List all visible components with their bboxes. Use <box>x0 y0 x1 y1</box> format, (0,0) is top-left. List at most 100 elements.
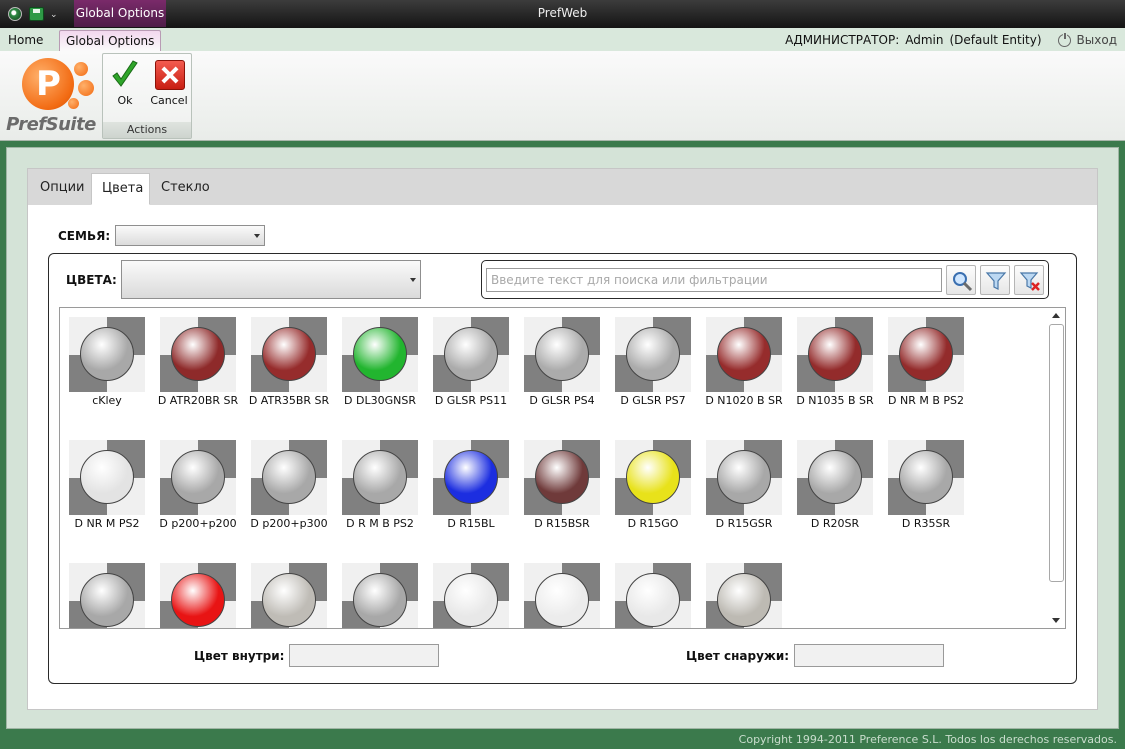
swatch-name: cKley <box>92 394 122 407</box>
search-input[interactable] <box>486 268 942 292</box>
color-ball-icon <box>535 450 589 504</box>
swatch-name: D N1035 B SR <box>796 394 874 407</box>
color-ball-icon <box>262 327 316 381</box>
color-ball-icon <box>444 573 498 627</box>
swatch-name: D R15BL <box>447 517 495 530</box>
actions-group-caption: Actions <box>103 122 191 138</box>
swatch-tile <box>69 440 145 515</box>
colors-dropdown[interactable] <box>121 260 421 299</box>
swatch-tile <box>888 440 964 515</box>
scroll-thumb[interactable] <box>1049 324 1064 582</box>
color-swatch[interactable]: D p200+p300 <box>250 440 328 550</box>
family-dropdown[interactable] <box>115 225 265 246</box>
save-icon[interactable] <box>29 7 44 21</box>
color-swatch[interactable]: D GLSR PS7 <box>615 317 691 427</box>
color-swatch[interactable]: D ATR35BR SR <box>249 317 329 427</box>
clear-filter-icon <box>1019 272 1040 291</box>
filter-icon <box>985 272 1007 290</box>
color-ball-icon <box>808 327 862 381</box>
color-swatch[interactable]: D R15BL <box>433 440 509 550</box>
color-ball-icon <box>353 450 407 504</box>
color-swatch[interactable]: D R M B PS2 <box>342 440 418 550</box>
swatch-tile <box>706 317 782 392</box>
color-swatch[interactable]: D p200+p200 <box>159 440 237 550</box>
swatch-name: D ATR35BR SR <box>248 394 330 407</box>
swatch-tile <box>69 317 145 392</box>
color-swatch[interactable]: cKley <box>69 317 145 427</box>
color-swatch[interactable]: D NR M B PS2 <box>888 317 964 427</box>
color-swatch[interactable] <box>160 563 236 628</box>
power-icon[interactable] <box>1057 31 1071 47</box>
clear-filter-button[interactable] <box>1014 265 1044 295</box>
color-swatch[interactable] <box>706 563 782 628</box>
swatch-tile <box>433 563 509 628</box>
logout-link[interactable]: Выход <box>1077 31 1117 49</box>
swatch-name: D GLSR PS7 <box>620 394 686 407</box>
cancel-button[interactable]: Cancel <box>147 56 191 110</box>
color-ball-icon <box>899 450 953 504</box>
ribbon: P PrefSuite Ok Cancel Actions <box>0 51 1125 141</box>
color-ball-icon <box>80 327 134 381</box>
color-ball-icon <box>171 450 225 504</box>
swatch-tile <box>342 317 418 392</box>
color-swatch[interactable] <box>342 563 418 628</box>
tab-colors[interactable]: Цвета <box>91 173 150 205</box>
color-swatch[interactable]: D ATR20BR SR <box>158 317 238 427</box>
tab-options[interactable]: Опции <box>34 173 90 205</box>
color-swatch[interactable]: D NR M PS2 <box>69 440 145 550</box>
context-tab-label: Global Options <box>74 0 166 27</box>
swatch-name: D GLSR PS4 <box>529 394 595 407</box>
color-swatch[interactable]: D R20SR <box>797 440 873 550</box>
scroll-up-icon[interactable] <box>1052 313 1060 318</box>
ok-button[interactable]: Ok <box>103 56 147 110</box>
user-info: АДМИНИСТРАТОР: Admin (Default Entity) Вы… <box>785 30 1117 50</box>
checkmark-icon <box>112 60 138 87</box>
quick-access-dropdown-icon[interactable]: ⌄ <box>50 9 60 23</box>
app-globe-icon[interactable] <box>8 7 22 21</box>
outside-color-field[interactable] <box>794 644 944 667</box>
window-title: PrefWeb <box>537 6 588 20</box>
search-button[interactable] <box>946 265 976 295</box>
color-swatch[interactable]: D R15BSR <box>524 440 600 550</box>
ribbon-tab-home[interactable]: Home <box>2 30 49 51</box>
title-bar: ⌄ Global Options PrefWeb <box>0 0 1125 28</box>
logo-dot <box>68 98 79 109</box>
swatch-name: D NR M B PS2 <box>888 394 964 407</box>
color-ball-icon <box>535 327 589 381</box>
chevron-down-icon <box>254 233 260 238</box>
color-swatch[interactable]: D R35SR <box>888 440 964 550</box>
color-swatch[interactable] <box>524 563 600 628</box>
color-ball-icon <box>535 573 589 627</box>
cancel-label: Cancel <box>150 94 188 107</box>
color-swatch[interactable] <box>615 563 691 628</box>
color-swatch[interactable] <box>69 563 145 628</box>
outside-color-label: Цвет снаружи: <box>686 649 790 663</box>
color-swatch[interactable]: D R15GO <box>615 440 691 550</box>
swatch-name: D GLSR PS11 <box>434 394 508 407</box>
logo-dot <box>78 80 94 96</box>
swatch-name: D R15BSR <box>534 517 590 530</box>
colors-label: ЦВЕТА: <box>66 273 117 287</box>
color-swatch[interactable] <box>251 563 327 628</box>
inside-color-field[interactable] <box>289 644 439 667</box>
swatch-name: D R15GSR <box>715 517 773 530</box>
vertical-scrollbar[interactable] <box>1048 308 1065 628</box>
color-swatch[interactable]: D GLSR PS11 <box>433 317 509 427</box>
swatch-tile <box>433 440 509 515</box>
swatch-name: D N1020 B SR <box>705 394 783 407</box>
color-swatch[interactable]: D GLSR PS4 <box>524 317 600 427</box>
color-swatch[interactable]: D DL30GNSR <box>342 317 418 427</box>
color-ball-icon <box>262 573 316 627</box>
tab-glass[interactable]: Стекло <box>155 173 216 205</box>
swatch-tile <box>160 563 236 628</box>
color-swatch[interactable]: D N1035 B SR <box>796 317 874 427</box>
filter-button[interactable] <box>980 265 1010 295</box>
logo-mark: P <box>22 58 74 110</box>
color-swatch[interactable] <box>433 563 509 628</box>
color-swatch[interactable]: D N1020 B SR <box>705 317 783 427</box>
chevron-down-icon <box>410 277 416 282</box>
color-swatch[interactable]: D R15GSR <box>706 440 782 550</box>
ribbon-tab-global-options[interactable]: Global Options <box>59 30 162 51</box>
inside-color-label: Цвет внутри: <box>194 649 285 663</box>
scroll-down-icon[interactable] <box>1052 618 1060 623</box>
